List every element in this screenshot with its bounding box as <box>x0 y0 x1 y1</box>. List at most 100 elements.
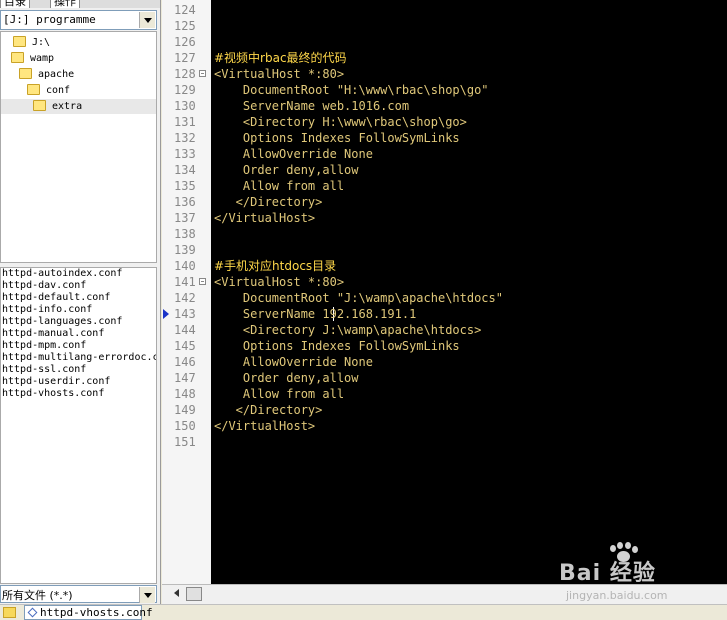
filter-label: 所有文件 (*.*) <box>2 589 73 602</box>
file-item[interactable]: httpd-autoindex.conf <box>1 268 156 280</box>
line-number: 133 <box>174 147 196 161</box>
line-number-row: 150 <box>162 418 211 434</box>
scroll-left-arrow-icon[interactable] <box>174 589 179 597</box>
code-line[interactable]: </VirtualHost> <box>214 210 315 226</box>
line-number-row: 128 <box>162 66 211 82</box>
line-number-row: 151 <box>162 434 211 450</box>
file-browser-panel: 目录 操作 [J:] programme J:\ wamp apache con… <box>0 0 161 604</box>
chevron-down-icon[interactable] <box>139 12 155 28</box>
line-number: 129 <box>174 83 196 97</box>
line-number-row: 141 <box>162 274 211 290</box>
code-line[interactable]: <VirtualHost *:80> <box>214 274 344 290</box>
line-number-row: 140 <box>162 258 211 274</box>
fold-collapse-icon[interactable] <box>199 70 206 77</box>
folder-icon <box>13 36 26 47</box>
tree-folder-conf[interactable]: conf <box>27 83 70 98</box>
code-line[interactable]: ServerName 192.168.191.1 <box>214 306 416 322</box>
line-number-row: 147 <box>162 370 211 386</box>
drive-selector[interactable]: [J:] programme <box>0 10 157 30</box>
code-line[interactable]: </VirtualHost> <box>214 418 315 434</box>
tree-folder-apache[interactable]: apache <box>19 67 74 82</box>
line-number: 127 <box>174 51 196 65</box>
folder-tree: J:\ wamp apache conf extra <box>0 31 157 263</box>
line-number: 142 <box>174 291 196 305</box>
fold-collapse-icon[interactable] <box>199 278 206 285</box>
doc-tab-label: httpd-vhosts.conf <box>40 606 153 619</box>
file-item[interactable]: httpd-multilang-errordoc.conf <box>1 352 156 364</box>
line-number: 136 <box>174 195 196 209</box>
tree-folder-label: extra <box>52 101 83 112</box>
line-number: 150 <box>174 419 196 433</box>
folder-icon <box>33 100 46 111</box>
code-editor[interactable]: 124 125 126 127 128 129 130 131 132 133 134 135 136 1… <box>162 0 727 584</box>
file-item[interactable]: httpd-default.conf <box>1 292 156 304</box>
tree-folder-label: apache <box>38 69 75 80</box>
line-number: 147 <box>174 371 196 385</box>
file-item[interactable]: httpd-languages.conf <box>1 316 156 328</box>
tree-folder-label: wamp <box>30 53 55 64</box>
line-number-row: 149 <box>162 402 211 418</box>
line-number-row: 129 <box>162 82 211 98</box>
file-item[interactable]: httpd-mpm.conf <box>1 340 156 352</box>
code-line[interactable]: Order deny,allow <box>214 162 359 178</box>
current-line-marker-icon <box>163 309 169 319</box>
tree-folder-root[interactable]: J:\ <box>13 35 50 50</box>
line-number-row: 133 <box>162 146 211 162</box>
code-line[interactable]: <VirtualHost *:80> <box>214 66 344 82</box>
left-panel-tabs: 目录 操作 <box>0 0 160 8</box>
line-number-row: 130 <box>162 98 211 114</box>
file-item[interactable]: httpd-dav.conf <box>1 280 156 292</box>
code-line[interactable]: DocumentRoot "H:\www\rbac\shop\go" <box>214 82 489 98</box>
tab-httpd-vhosts[interactable]: httpd-vhosts.conf <box>24 605 153 620</box>
file-item[interactable]: httpd-manual.conf <box>1 328 156 340</box>
line-number-gutter: 124 125 126 127 128 129 130 131 132 133 134 135 136 1… <box>162 0 211 584</box>
file-item[interactable]: httpd-userdir.conf <box>1 376 156 388</box>
line-number: 139 <box>174 243 196 257</box>
file-item[interactable]: httpd-info.conf <box>1 304 156 316</box>
code-line[interactable]: Options Indexes FollowSymLinks <box>214 338 460 354</box>
line-number: 148 <box>174 387 196 401</box>
tree-folder-extra[interactable]: extra <box>1 99 156 114</box>
line-number: 146 <box>174 355 196 369</box>
folder-icon <box>27 84 40 95</box>
code-line[interactable]: </Directory> <box>214 402 323 418</box>
line-number-row: 127 <box>162 50 211 66</box>
code-line[interactable]: ServerName web.1016.com <box>214 98 409 114</box>
code-comment-line[interactable]: #视频中rbac最终的代码 <box>214 50 347 66</box>
tree-folder-label: conf <box>46 85 71 96</box>
code-line[interactable]: </Directory> <box>214 194 323 210</box>
watermark-url: jingyan.baidu.com <box>566 589 668 602</box>
code-comment-line[interactable]: #手机对应htdocs目录 <box>214 258 336 274</box>
chevron-down-icon[interactable] <box>139 587 155 603</box>
code-line[interactable]: Allow from all <box>214 386 344 402</box>
line-number-row: 132 <box>162 130 211 146</box>
line-number-row: 142 <box>162 290 211 306</box>
code-line[interactable]: <Directory H:\www\rbac\shop\go> <box>214 114 467 130</box>
line-number: 130 <box>174 99 196 113</box>
code-line[interactable]: AllowOverride None <box>214 146 373 162</box>
file-item[interactable]: httpd-vhosts.conf <box>1 388 156 400</box>
file-item[interactable]: httpd-ssl.conf <box>1 364 156 376</box>
code-line[interactable]: DocumentRoot "J:\wamp\apache\htdocs" <box>214 290 503 306</box>
code-line[interactable]: Order deny,allow <box>214 370 359 386</box>
line-number: 135 <box>174 179 196 193</box>
tree-folder-label: J:\ <box>32 37 51 48</box>
scrollbar-thumb[interactable] <box>186 587 202 601</box>
folder-icon[interactable] <box>3 607 16 618</box>
code-area[interactable]: #视频中rbac最终的代码 <VirtualHost *:80> Document… <box>211 0 727 584</box>
line-number-row: 136 <box>162 194 211 210</box>
line-number: 131 <box>174 115 196 129</box>
line-number-row: 148 <box>162 386 211 402</box>
line-number-row: 135 <box>162 178 211 194</box>
line-number-row: 125 <box>162 18 211 34</box>
file-type-filter[interactable]: 所有文件 (*.*) <box>0 585 157 603</box>
tab-directory[interactable]: 目录 <box>0 0 30 8</box>
code-line[interactable]: AllowOverride None <box>214 354 373 370</box>
line-number-row: 146 <box>162 354 211 370</box>
tree-folder-wamp[interactable]: wamp <box>11 51 54 66</box>
tab-operations[interactable]: 操作 <box>50 0 80 8</box>
code-line[interactable]: Allow from all <box>214 178 344 194</box>
line-number: 125 <box>174 19 196 33</box>
code-line[interactable]: <Directory J:\wamp\apache\htdocs> <box>214 322 481 338</box>
code-line[interactable]: Options Indexes FollowSymLinks <box>214 130 460 146</box>
